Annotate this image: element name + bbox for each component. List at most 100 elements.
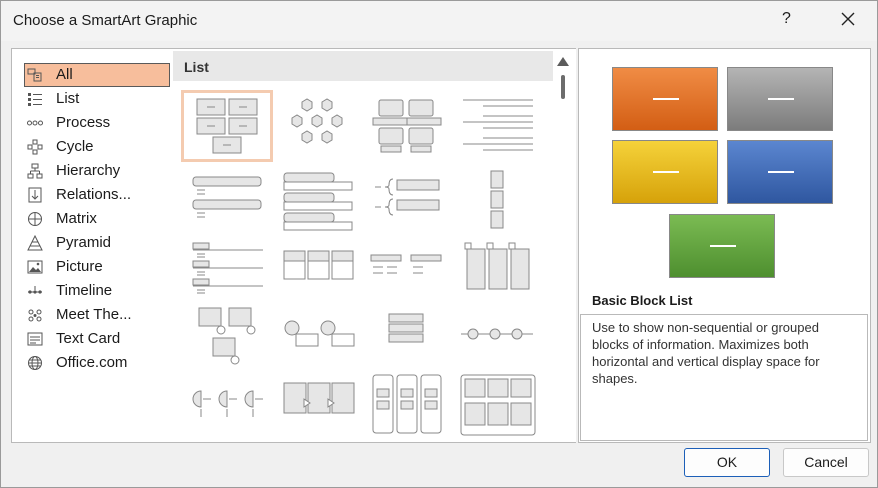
category-pyramid[interactable]: Pyramid	[25, 232, 169, 254]
layout-horizontal-bullets[interactable]	[363, 237, 451, 305]
relationship-icon	[28, 187, 42, 203]
lined-list-icon	[463, 99, 533, 151]
circle-accent-icon	[284, 320, 355, 347]
layout-grouped-blocks[interactable]	[363, 92, 451, 160]
process-icon	[27, 120, 43, 126]
gallery-scrollbar[interactable]	[553, 49, 574, 442]
category-office-com[interactable]: Office.com	[25, 352, 169, 374]
layout-stacked-bars[interactable]	[363, 304, 451, 372]
category-matrix[interactable]: Matrix	[25, 208, 169, 230]
layout-stacked-list[interactable]	[274, 167, 362, 235]
category-timeline[interactable]: Timeline	[25, 280, 169, 302]
column-stack-icon	[372, 374, 442, 434]
matrix-icon	[28, 212, 42, 226]
category-label: Process	[56, 114, 111, 131]
layout-tab-list[interactable]	[183, 237, 271, 305]
layout-basic-block-list[interactable]	[181, 90, 273, 162]
grouped-blocks-icon	[372, 99, 442, 153]
category-list: All List Process Cycle Hierarchy Relatio…	[11, 48, 172, 443]
layout-table-list[interactable]	[274, 237, 362, 305]
category-label: Pyramid	[56, 234, 112, 251]
cancel-button[interactable]: Cancel	[783, 448, 869, 477]
category-process[interactable]: Process	[25, 112, 169, 134]
preview-text-dash	[710, 245, 736, 247]
preview-text-dash	[768, 171, 794, 173]
layout-column-boxes[interactable]	[453, 237, 541, 305]
picture-caption-icon	[198, 307, 256, 365]
category-label: Hierarchy	[56, 162, 121, 179]
layout-horizontal-circles[interactable]	[453, 304, 541, 372]
layout-arrow-blocks[interactable]	[274, 371, 362, 439]
layout-gallery: List	[171, 48, 576, 443]
basic-block-list-icon	[196, 98, 258, 154]
help-button[interactable]: ?	[782, 10, 791, 28]
preview-block	[727, 67, 833, 131]
meet-the-team-icon	[28, 309, 42, 322]
arrow-blocks-icon	[283, 382, 355, 414]
preview-text-dash	[768, 98, 794, 100]
layout-vertical-boxes[interactable]	[453, 167, 541, 235]
description-box: Use to show non-sequential or grouped bl…	[580, 314, 868, 441]
category-meet-the-team[interactable]: Meet The...	[25, 304, 169, 326]
table-list-icon	[283, 250, 354, 280]
close-icon	[841, 12, 855, 26]
title-bar: Choose a SmartArt Graphic ?	[1, 1, 877, 41]
category-label: All	[56, 66, 73, 83]
category-label: Picture	[56, 258, 103, 275]
category-label: Matrix	[56, 210, 97, 227]
vertical-boxes-icon	[490, 170, 504, 229]
category-list-item[interactable]: List	[25, 88, 169, 110]
smartart-dialog: Choose a SmartArt Graphic ? All List Pro…	[0, 0, 878, 488]
text-card-icon	[27, 332, 43, 346]
timeline-icon	[28, 286, 42, 294]
ok-button[interactable]: OK	[684, 448, 770, 477]
category-text-card[interactable]: Text Card	[25, 328, 169, 350]
category-label: Text Card	[56, 330, 121, 347]
category-label: Office.com	[56, 354, 128, 371]
pie-process-icon	[192, 390, 263, 417]
category-all[interactable]: All	[24, 63, 170, 87]
preview-text-dash	[653, 171, 679, 173]
category-picture[interactable]: Picture	[25, 256, 169, 278]
horizontal-bullets-icon	[370, 254, 442, 274]
cycle-icon	[27, 139, 43, 155]
hierarchy-icon	[27, 163, 43, 179]
preview-description: Use to show non-sequential or grouped bl…	[592, 320, 820, 386]
layout-grid-blocks[interactable]	[453, 371, 541, 439]
category-hierarchy[interactable]: Hierarchy	[25, 160, 169, 182]
category-cycle[interactable]: Cycle	[25, 136, 169, 158]
list-icon	[28, 93, 42, 106]
layout-column-stack[interactable]	[363, 371, 451, 439]
preview-pane: Basic Block List Use to show non-sequent…	[578, 48, 871, 443]
pyramid-icon	[27, 235, 43, 251]
scroll-up-icon[interactable]	[557, 57, 569, 66]
preview-layout-name: Basic Block List	[592, 293, 693, 308]
column-boxes-icon	[464, 242, 530, 290]
hexagon-cluster-icon	[291, 98, 343, 144]
bracket-list-icon	[375, 178, 440, 216]
layout-lined-list[interactable]	[453, 92, 541, 160]
preview-block	[612, 140, 718, 204]
grid-blocks-icon	[460, 374, 536, 436]
scroll-thumb[interactable]	[561, 75, 565, 99]
gallery-section-title: List	[184, 59, 209, 75]
stacked-bars-icon	[388, 313, 424, 343]
category-label: Relations...	[56, 186, 132, 203]
layout-circle-accent[interactable]	[274, 304, 362, 372]
layout-vertical-bullet-list[interactable]	[183, 167, 271, 235]
picture-icon	[27, 260, 43, 274]
layout-pie-process[interactable]	[183, 371, 271, 439]
category-relationship[interactable]: Relations...	[25, 184, 169, 206]
all-icon	[27, 68, 42, 82]
preview-text-dash	[653, 98, 679, 100]
layout-picture-caption[interactable]	[183, 304, 271, 372]
category-label: Meet The...	[56, 306, 132, 323]
layout-bracket-list[interactable]	[363, 167, 451, 235]
category-label: Cycle	[56, 138, 94, 155]
preview-block	[669, 214, 775, 278]
close-button[interactable]	[837, 7, 859, 31]
globe-icon	[28, 356, 42, 370]
tab-list-icon	[192, 242, 263, 294]
layout-hexagon-cluster[interactable]	[274, 92, 362, 160]
vertical-bullet-list-icon	[192, 176, 262, 218]
